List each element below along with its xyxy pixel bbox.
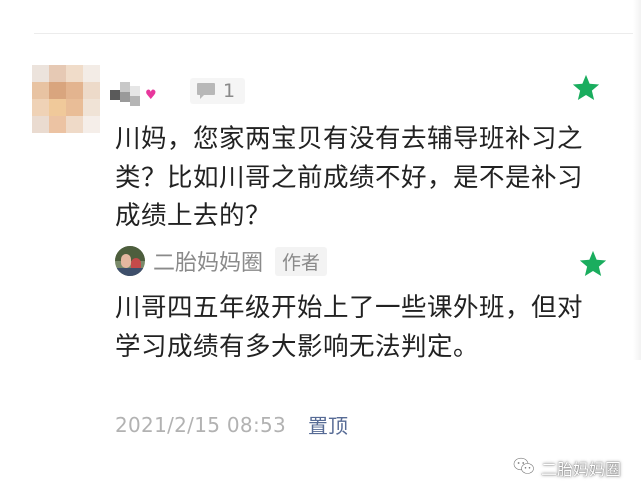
account-watermark: 二胎妈妈圈 <box>513 456 621 480</box>
commenter-avatar[interactable] <box>32 65 100 133</box>
commenter-name <box>110 78 170 108</box>
author-badge: 作者 <box>275 246 328 276</box>
comment-screen: ♥ 1 川妈，您家两宝贝有没有去辅导班补习之类？比如川哥之前成绩不好，是不是补习… <box>0 0 641 496</box>
comment-text: 川妈，您家两宝贝有没有去辅导班补习之类？比如川哥之前成绩不好，是不是补习成绩上去… <box>115 124 584 231</box>
author-name: 二胎妈妈圈 <box>153 251 264 276</box>
reply-meta: 2021/2/15 08:53 置顶 <box>115 410 348 439</box>
reply-count-button[interactable]: 1 <box>190 78 246 104</box>
pin-button[interactable]: 置顶 <box>308 410 348 439</box>
reply-text: 川哥四五年级开始上了一些课外班，但对学习成绩有多大影响无法判定。 <box>115 293 584 362</box>
top-divider <box>34 33 634 34</box>
scroll-edge <box>633 0 641 360</box>
comment-bubble-icon <box>196 82 216 100</box>
reply-timestamp: 2021/2/15 08:53 <box>115 412 287 437</box>
watermark-label: 二胎妈妈圈 <box>541 460 622 479</box>
author-avatar[interactable] <box>115 246 145 276</box>
star-icon[interactable] <box>571 73 601 103</box>
heart-icon: ♥ <box>145 88 157 103</box>
author-reply-header: 二胎妈妈圈 作者 <box>115 246 328 276</box>
wechat-icon <box>513 457 535 479</box>
reply-count-value: 1 <box>223 80 236 102</box>
star-icon[interactable] <box>578 249 608 279</box>
